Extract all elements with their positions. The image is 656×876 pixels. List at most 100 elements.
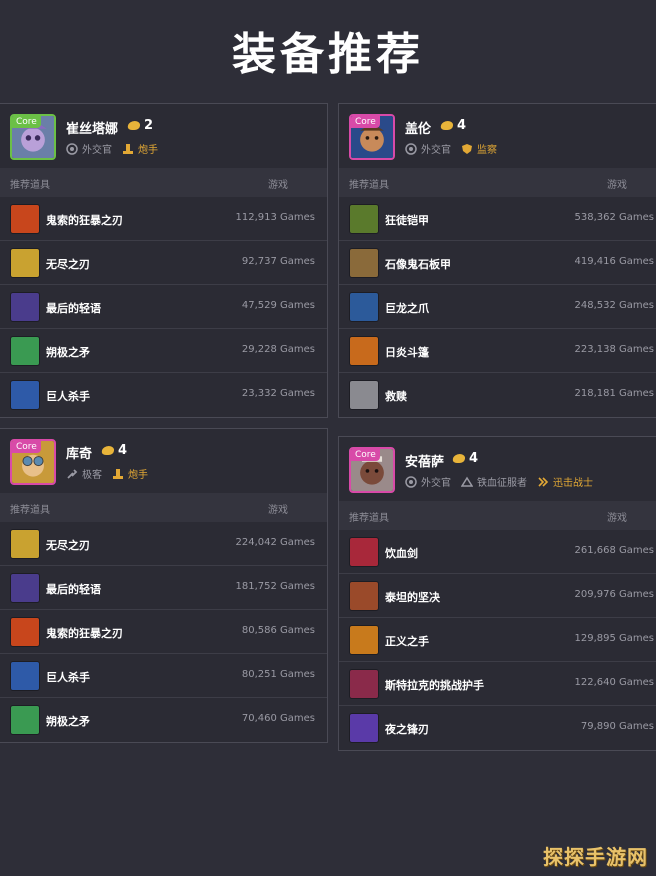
item-row[interactable]: 石像鬼石板甲 419,416 Games bbox=[339, 241, 656, 285]
games-column-header: 游戏 bbox=[607, 180, 627, 191]
item-row[interactable]: 最后的轻语 47,529 Games bbox=[0, 285, 327, 329]
trait-label: 迅击战士 bbox=[553, 478, 593, 489]
tier-value: 4 bbox=[457, 118, 467, 133]
item-row[interactable]: 无尽之刃 224,042 Games bbox=[0, 522, 327, 566]
infinity-edge-icon bbox=[10, 248, 40, 278]
quickstriker-trait-icon bbox=[538, 476, 549, 487]
giant-slayer-icon bbox=[10, 380, 40, 410]
trait-label: 外交官 bbox=[82, 145, 112, 156]
hand-of-justice-icon bbox=[349, 625, 379, 655]
trait-list: 外交官 炮手 bbox=[66, 141, 164, 156]
item-row[interactable]: 狂徒铠甲 538,362 Games bbox=[339, 197, 656, 241]
item-row[interactable]: 最后的轻语 181,752 Games bbox=[0, 566, 327, 610]
champion-name[interactable]: 安蓓萨 bbox=[405, 451, 444, 470]
trait-label: 极客 bbox=[82, 470, 102, 481]
item-name: 鬼索的狂暴之刃 bbox=[46, 214, 123, 227]
item-games: 209,976 Games bbox=[574, 589, 654, 600]
items-column-header: 推荐道具 bbox=[349, 513, 389, 524]
champion-card-tristana: Core 崔丝塔娜 2 外交官 炮手 推荐道具 游戏 鬼索的狂暴之刃 112,91… bbox=[0, 103, 328, 418]
tier-indicator: 2 bbox=[127, 118, 153, 133]
gargoyle-icon bbox=[349, 248, 379, 278]
item-name: 朔极之矛 bbox=[46, 715, 90, 728]
item-row[interactable]: 鬼索的狂暴之刃 112,913 Games bbox=[0, 197, 327, 241]
item-row[interactable]: 夜之锋刃 79,890 Games bbox=[339, 706, 656, 750]
item-games: 80,586 Games bbox=[241, 625, 315, 636]
titans-resolve-icon bbox=[349, 581, 379, 611]
item-list: 狂徒铠甲 538,362 Games 石像鬼石板甲 419,416 Games 巨龙… bbox=[339, 197, 656, 417]
item-name: 石像鬼石板甲 bbox=[385, 258, 451, 271]
tier-indicator: 4 bbox=[452, 451, 478, 466]
champion-avatar[interactable]: Core bbox=[10, 114, 56, 160]
item-row[interactable]: 无尽之刃 92,737 Games bbox=[0, 241, 327, 285]
item-row[interactable]: 饮血剑 261,668 Games bbox=[339, 530, 656, 574]
champion-avatar[interactable]: Core bbox=[349, 447, 395, 493]
champion-name[interactable]: 盖伦 bbox=[405, 118, 431, 137]
geek-trait-icon bbox=[67, 468, 78, 479]
card-header: Core 库奇 4 极客 炮手 bbox=[0, 429, 327, 493]
item-name: 最后的轻语 bbox=[46, 583, 101, 596]
item-name: 巨人杀手 bbox=[46, 671, 90, 684]
table-header: 推荐道具 游戏 bbox=[339, 168, 656, 197]
item-games: 80,251 Games bbox=[241, 669, 315, 680]
guinsoo-icon bbox=[10, 617, 40, 647]
champion-card-corki: Core 库奇 4 极客 炮手 推荐道具 游戏 无尽之刃 224,042 Game… bbox=[0, 428, 328, 743]
item-row[interactable]: 巨龙之爪 248,532 Games bbox=[339, 285, 656, 329]
dragon-claw-icon bbox=[349, 292, 379, 322]
tier-value: 4 bbox=[118, 443, 128, 458]
item-row[interactable]: 巨人杀手 80,251 Games bbox=[0, 654, 327, 698]
item-row[interactable]: 巨人杀手 23,332 Games bbox=[0, 373, 327, 417]
item-name: 巨人杀手 bbox=[46, 390, 90, 403]
item-row[interactable]: 鬼索的狂暴之刃 80,586 Games bbox=[0, 610, 327, 654]
trait-label: 外交官 bbox=[421, 145, 451, 156]
item-row[interactable]: 斯特拉克的挑战护手 122,640 Games bbox=[339, 662, 656, 706]
item-row[interactable]: 救赎 218,181 Games bbox=[339, 373, 656, 417]
item-name: 巨龙之爪 bbox=[385, 302, 429, 315]
item-games: 129,895 Games bbox=[574, 633, 654, 644]
item-name: 日炎斗篷 bbox=[385, 346, 429, 359]
page-title: 装备推荐 bbox=[232, 29, 424, 80]
item-games: 419,416 Games bbox=[574, 256, 654, 267]
trait-list: 外交官 监察 bbox=[405, 141, 503, 156]
item-row[interactable]: 泰坦的坚决 209,976 Games bbox=[339, 574, 656, 618]
item-games: 224,042 Games bbox=[235, 537, 315, 548]
coin-icon bbox=[101, 446, 115, 455]
item-name: 夜之锋刃 bbox=[385, 723, 429, 736]
item-name: 鬼索的狂暴之刃 bbox=[46, 627, 123, 640]
item-name: 无尽之刃 bbox=[46, 258, 90, 271]
diplomat-trait-icon bbox=[405, 142, 417, 155]
trait-list: 极客 炮手 bbox=[66, 466, 154, 481]
tier-indicator: 4 bbox=[101, 443, 128, 458]
item-row[interactable]: 朔极之矛 70,460 Games bbox=[0, 698, 327, 742]
card-header: Core 盖伦 4 外交官 监察 bbox=[339, 104, 656, 168]
item-name: 朔极之矛 bbox=[46, 346, 90, 359]
item-row[interactable]: 朔极之矛 29,228 Games bbox=[0, 329, 327, 373]
item-games: 79,890 Games bbox=[580, 721, 654, 732]
spear-icon bbox=[10, 336, 40, 366]
games-column-header: 游戏 bbox=[607, 513, 627, 524]
item-name: 救赎 bbox=[385, 390, 407, 403]
guinsoo-icon bbox=[10, 204, 40, 234]
champion-name[interactable]: 库奇 bbox=[66, 443, 92, 462]
trait-label: 铁血征服者 bbox=[477, 478, 527, 489]
item-games: 218,181 Games bbox=[574, 388, 654, 399]
gunner-trait-icon bbox=[113, 468, 123, 479]
warden-trait-icon bbox=[462, 143, 472, 154]
gunner-trait-icon bbox=[123, 143, 133, 154]
item-name: 泰坦的坚决 bbox=[385, 591, 440, 604]
champion-avatar[interactable]: Core bbox=[349, 114, 395, 160]
tier-indicator: 4 bbox=[440, 118, 467, 133]
champion-name[interactable]: 崔丝塔娜 bbox=[66, 118, 118, 137]
infinity-edge-icon bbox=[10, 529, 40, 559]
steraks-gage-icon bbox=[349, 669, 379, 699]
item-row[interactable]: 正义之手 129,895 Games bbox=[339, 618, 656, 662]
core-badge: Core bbox=[351, 116, 380, 128]
item-list: 鬼索的狂暴之刃 112,913 Games 无尽之刃 92,737 Games 最后… bbox=[0, 197, 327, 417]
bloodthirster-icon bbox=[349, 537, 379, 567]
champion-avatar[interactable]: Core bbox=[10, 439, 56, 485]
item-row[interactable]: 日炎斗篷 223,138 Games bbox=[339, 329, 656, 373]
games-column-header: 游戏 bbox=[268, 505, 288, 516]
item-games: 29,228 Games bbox=[241, 344, 315, 355]
core-badge: Core bbox=[12, 116, 41, 128]
warmog-icon bbox=[349, 204, 379, 234]
items-column-header: 推荐道具 bbox=[10, 505, 50, 516]
